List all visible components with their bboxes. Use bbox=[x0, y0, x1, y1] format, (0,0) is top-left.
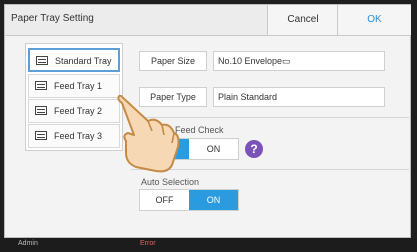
status-error-text: Error bbox=[140, 240, 156, 247]
tray-item-feed-tray-3[interactable]: Feed Tray 3 bbox=[28, 124, 120, 148]
auto-selection-on-option[interactable]: ON bbox=[189, 190, 238, 210]
status-admin-text: Admin bbox=[18, 240, 38, 247]
printer-screen: Paper Tray Setting Cancel OK Standard Tr… bbox=[0, 0, 417, 252]
paper-size-button[interactable]: Paper Size bbox=[139, 51, 207, 71]
tray-item-label: Standard Tray bbox=[55, 56, 112, 66]
tray-item-label: Feed Tray 2 bbox=[54, 106, 103, 116]
auto-selection-toggle[interactable]: OFF ON bbox=[139, 189, 239, 211]
tray-item-feed-tray-2[interactable]: Feed Tray 2 bbox=[28, 99, 120, 123]
tray-item-standard-tray[interactable]: Standard Tray bbox=[28, 48, 120, 72]
tray-item-label: Feed Tray 1 bbox=[54, 81, 103, 91]
dialog-title: Paper Tray Setting bbox=[11, 13, 94, 24]
paper-tray-setting-dialog: Paper Tray Setting Cancel OK Standard Tr… bbox=[4, 4, 411, 238]
pointing-hand-icon bbox=[117, 95, 180, 173]
tray-icon bbox=[35, 131, 47, 140]
dialog-titlebar: Paper Tray Setting Cancel OK bbox=[5, 5, 411, 36]
help-icon[interactable]: ? bbox=[245, 140, 263, 158]
auto-selection-off-option[interactable]: OFF bbox=[140, 190, 189, 210]
tray-icon bbox=[36, 56, 48, 65]
feed-check-on-option[interactable]: ON bbox=[189, 139, 238, 159]
paper-type-value: Plain Standard bbox=[213, 87, 385, 107]
cancel-button[interactable]: Cancel bbox=[267, 5, 338, 35]
tray-icon bbox=[35, 106, 47, 115]
ok-button[interactable]: OK bbox=[337, 5, 411, 35]
tray-item-label: Feed Tray 3 bbox=[54, 131, 103, 141]
tray-item-feed-tray-1[interactable]: Feed Tray 1 bbox=[28, 74, 120, 98]
status-bar: Admin Error bbox=[0, 238, 417, 252]
auto-selection-label: Auto Selection bbox=[141, 177, 200, 187]
paper-size-value: No.10 Envelope▭ bbox=[213, 51, 385, 71]
tray-icon bbox=[35, 81, 47, 90]
tray-list: Standard Tray Feed Tray 1 Feed Tray 2 Fe… bbox=[25, 43, 123, 151]
feed-check-label: Feed Check bbox=[175, 125, 224, 135]
